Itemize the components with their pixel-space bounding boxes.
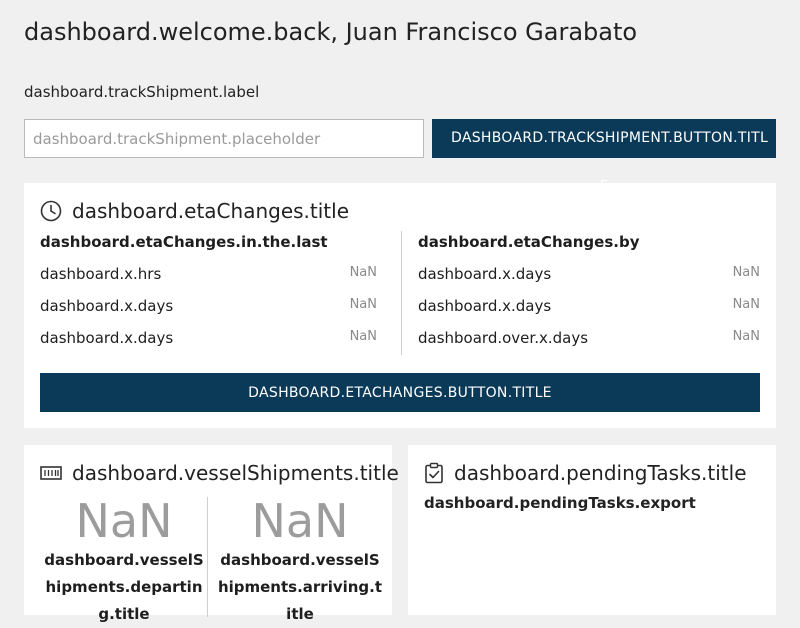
- eta-changes-card: dashboard.etaChanges.title dashboard.eta…: [24, 183, 776, 428]
- eta-row[interactable]: dashboard.x.days NaN: [40, 329, 377, 361]
- pending-tasks-card: dashboard.pendingTasks.title dashboard.p…: [408, 445, 776, 615]
- eta-row-label: dashboard.x.days: [40, 297, 174, 315]
- eta-row-value: NaN: [732, 329, 760, 344]
- pending-tasks-header: dashboard.pendingTasks.title: [424, 461, 747, 485]
- eta-by-heading: dashboard.etaChanges.by: [418, 233, 640, 251]
- eta-row[interactable]: dashboard.x.days NaN: [40, 297, 377, 329]
- track-shipment-label: dashboard.trackShipment.label: [24, 83, 260, 101]
- eta-row-label: dashboard.x.days: [418, 265, 552, 283]
- vessel-departing-count: NaN: [75, 494, 173, 548]
- eta-row[interactable]: dashboard.x.days NaN: [418, 297, 760, 329]
- eta-row-label: dashboard.x.hrs: [40, 265, 162, 283]
- eta-column-divider: [401, 231, 402, 355]
- welcome-heading: dashboard.welcome.back, Juan Francisco G…: [24, 18, 638, 46]
- vessel-shipments-header: dashboard.vesselShipments.title: [40, 461, 399, 485]
- eta-row-value: NaN: [349, 297, 377, 312]
- track-shipment-button-label: DASHBOARD.TRACKSHIPMENT.BUTTON.TITL: [451, 130, 769, 146]
- vessel-departing-stat[interactable]: NaN dashboard.vesselShipments.departing.…: [40, 495, 208, 628]
- vessel-arriving-caption: dashboard.vesselShipments.arriving.title: [217, 551, 383, 623]
- eta-row-value: NaN: [732, 265, 760, 280]
- eta-in-the-last-heading: dashboard.etaChanges.in.the.last: [40, 233, 328, 251]
- eta-row-value: NaN: [732, 297, 760, 312]
- vessel-arriving-stat[interactable]: NaN dashboard.vesselShipments.arriving.t…: [216, 495, 384, 628]
- eta-row-label: dashboard.over.x.days: [418, 329, 589, 347]
- eta-row-label: dashboard.x.days: [418, 297, 552, 315]
- vessel-shipments-card: dashboard.vesselShipments.title NaN dash…: [24, 445, 399, 623]
- clock-icon: [40, 200, 62, 222]
- eta-changes-button[interactable]: DASHBOARD.ETACHANGES.BUTTON.TITLE: [40, 373, 760, 412]
- eta-row-value: NaN: [349, 329, 377, 344]
- eta-changes-by-column: dashboard.etaChanges.by dashboard.x.days…: [418, 233, 760, 361]
- eta-changes-header: dashboard.etaChanges.title: [40, 199, 349, 223]
- container-icon: [40, 466, 62, 480]
- eta-row[interactable]: dashboard.x.hrs NaN: [40, 265, 377, 297]
- clipboard-check-icon: [425, 462, 443, 484]
- eta-row-value: NaN: [349, 265, 377, 280]
- vessel-departing-caption: dashboard.vesselShipments.departing.titl…: [44, 551, 204, 623]
- track-shipment-input[interactable]: [24, 119, 424, 158]
- vessel-arriving-count: NaN: [251, 494, 349, 548]
- eta-changes-title: dashboard.etaChanges.title: [72, 199, 350, 223]
- vessel-shipments-title: dashboard.vesselShipments.title: [72, 461, 399, 485]
- eta-row[interactable]: dashboard.over.x.days NaN: [418, 329, 760, 361]
- eta-row-label: dashboard.x.days: [40, 329, 174, 347]
- vessel-stat-divider: [207, 497, 208, 617]
- eta-changes-in-the-last-column: dashboard.etaChanges.in.the.last dashboa…: [40, 233, 377, 361]
- pending-tasks-export-link[interactable]: dashboard.pendingTasks.export: [424, 494, 696, 512]
- track-shipment-button[interactable]: DASHBOARD.TRACKSHIPMENT.BUTTON.TITL E: [432, 119, 776, 194]
- pending-tasks-title: dashboard.pendingTasks.title: [454, 461, 747, 485]
- eta-row[interactable]: dashboard.x.days NaN: [418, 265, 760, 297]
